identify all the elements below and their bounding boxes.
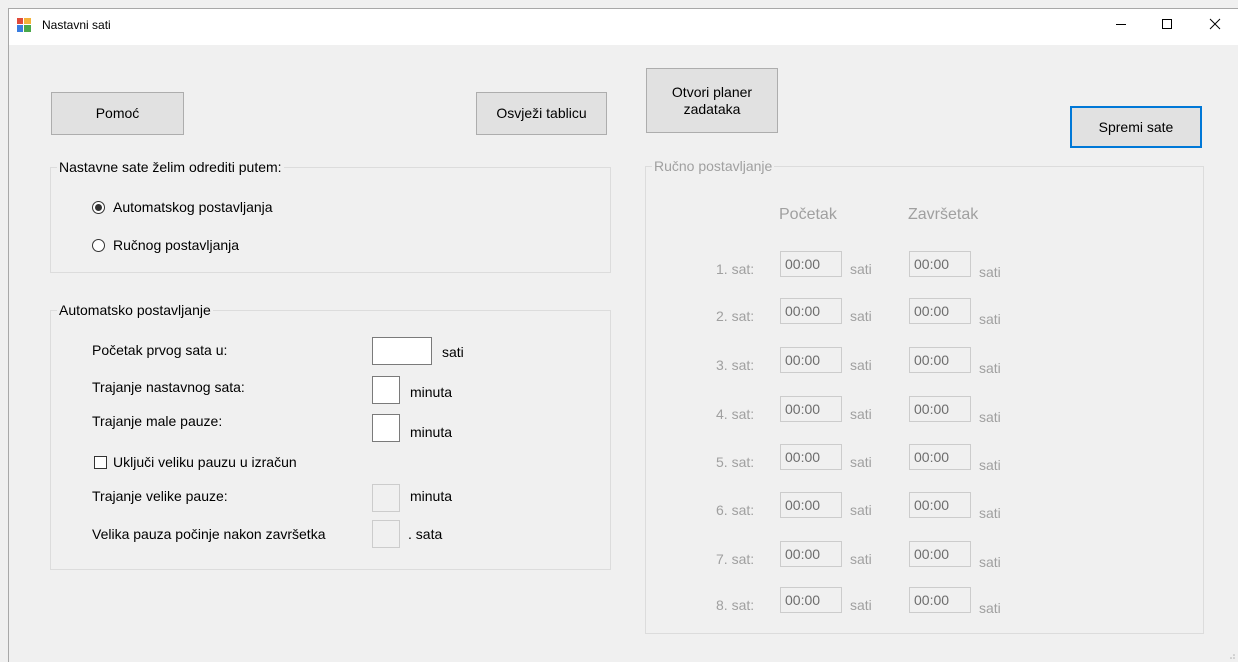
close-button[interactable] — [1192, 9, 1238, 39]
radio-automatic[interactable] — [92, 201, 105, 214]
manual-end-unit: sati — [979, 554, 1001, 570]
manual-start-unit: sati — [850, 261, 872, 277]
radio-automatic-label[interactable]: Automatskog postavljanja — [113, 199, 273, 216]
manual-end-unit: sati — [979, 457, 1001, 473]
long-break-input[interactable] — [372, 484, 400, 512]
manual-start-unit: sati — [850, 551, 872, 567]
manual-row-label: 6. sat: — [716, 502, 755, 518]
auto-group: Automatsko postavljanje Početak prvog sa… — [50, 302, 611, 570]
short-break-label: Trajanje male pauze: — [92, 413, 223, 429]
manual-end-input[interactable] — [909, 347, 971, 373]
manual-row-label: 8. sat: — [716, 597, 755, 613]
manual-end-input[interactable] — [909, 444, 971, 470]
start-column-header: Početak — [779, 206, 837, 223]
radio-manual-label[interactable]: Ručnog postavljanja — [113, 237, 239, 254]
manual-end-input[interactable] — [909, 541, 971, 567]
manual-start-input[interactable] — [780, 298, 842, 324]
manual-group: Ručno postavljanje Početak Završetak 1. … — [645, 158, 1204, 634]
manual-start-unit: sati — [850, 597, 872, 613]
include-long-break-checkbox[interactable] — [94, 456, 107, 469]
lesson-duration-label: Trajanje nastavnog sata: — [92, 379, 245, 395]
refresh-table-button[interactable]: Osvježi tablicu — [476, 92, 607, 135]
manual-end-unit: sati — [979, 311, 1001, 327]
manual-row-label: 5. sat: — [716, 454, 755, 470]
method-group-legend: Nastavne sate želim odrediti putem: — [57, 159, 284, 176]
manual-start-input[interactable] — [780, 492, 842, 518]
manual-end-unit: sati — [979, 360, 1001, 376]
help-button[interactable]: Pomoć — [51, 92, 184, 135]
manual-end-input[interactable] — [909, 298, 971, 324]
manual-end-unit: sati — [979, 600, 1001, 616]
manual-end-input[interactable] — [909, 492, 971, 518]
method-group: Nastavne sate želim odrediti putem: Auto… — [50, 159, 611, 273]
radio-manual[interactable] — [92, 239, 105, 252]
manual-end-input[interactable] — [909, 396, 971, 422]
window-title: Nastavni sati — [42, 18, 111, 32]
long-break-unit: minuta — [410, 488, 453, 504]
manual-start-unit: sati — [850, 502, 872, 518]
manual-start-input[interactable] — [780, 396, 842, 422]
close-icon — [1209, 18, 1221, 30]
manual-start-input[interactable] — [780, 587, 842, 613]
minimize-icon — [1116, 24, 1126, 25]
lesson-duration-unit: minuta — [410, 384, 453, 400]
short-break-input[interactable] — [372, 414, 400, 442]
long-break-label: Trajanje velike pauze: — [92, 488, 228, 504]
start-time-label: Početak prvog sata u: — [92, 342, 228, 358]
manual-row-label: 7. sat: — [716, 551, 755, 567]
maximize-button[interactable] — [1144, 9, 1190, 39]
include-long-break-label[interactable]: Uključi veliku pauzu u izračun — [113, 454, 297, 471]
manual-start-unit: sati — [850, 406, 872, 422]
short-break-unit: minuta — [410, 424, 453, 440]
long-break-after-input[interactable] — [372, 520, 400, 548]
manual-row-label: 1. sat: — [716, 261, 755, 277]
save-hours-button[interactable]: Spremi sate — [1070, 106, 1202, 148]
manual-start-unit: sati — [850, 308, 872, 324]
start-time-unit: sati — [442, 344, 464, 360]
end-column-header: Završetak — [908, 206, 979, 223]
minimize-button[interactable] — [1098, 9, 1144, 39]
manual-row-label: 2. sat: — [716, 308, 755, 324]
open-planner-button[interactable]: Otvori planer zadataka — [646, 68, 778, 133]
maximize-icon — [1162, 19, 1172, 29]
manual-end-input[interactable] — [909, 587, 971, 613]
manual-end-unit: sati — [979, 264, 1001, 280]
app-window: Nastavni sati Pomoć Osvježi tablicu Otvo… — [8, 8, 1238, 662]
start-time-input[interactable] — [372, 337, 432, 365]
title-bar: Nastavni sati — [9, 9, 1238, 45]
auto-group-legend: Automatsko postavljanje — [57, 302, 213, 319]
app-icon — [17, 18, 31, 32]
manual-start-unit: sati — [850, 357, 872, 373]
manual-group-legend: Ručno postavljanje — [652, 158, 775, 175]
manual-start-input[interactable] — [780, 541, 842, 567]
manual-row-label: 4. sat: — [716, 406, 755, 422]
manual-start-input[interactable] — [780, 251, 842, 277]
manual-start-unit: sati — [850, 454, 872, 470]
lesson-duration-input[interactable] — [372, 376, 400, 404]
resize-grip-icon[interactable] — [1226, 650, 1236, 660]
manual-row-label: 3. sat: — [716, 357, 755, 373]
long-break-after-label: Velika pauza počinje nakon završetka — [92, 526, 326, 542]
manual-start-input[interactable] — [780, 444, 842, 470]
manual-end-unit: sati — [979, 409, 1001, 425]
manual-end-input[interactable] — [909, 251, 971, 277]
manual-end-unit: sati — [979, 505, 1001, 521]
manual-start-input[interactable] — [780, 347, 842, 373]
long-break-after-unit: . sata — [408, 526, 443, 542]
